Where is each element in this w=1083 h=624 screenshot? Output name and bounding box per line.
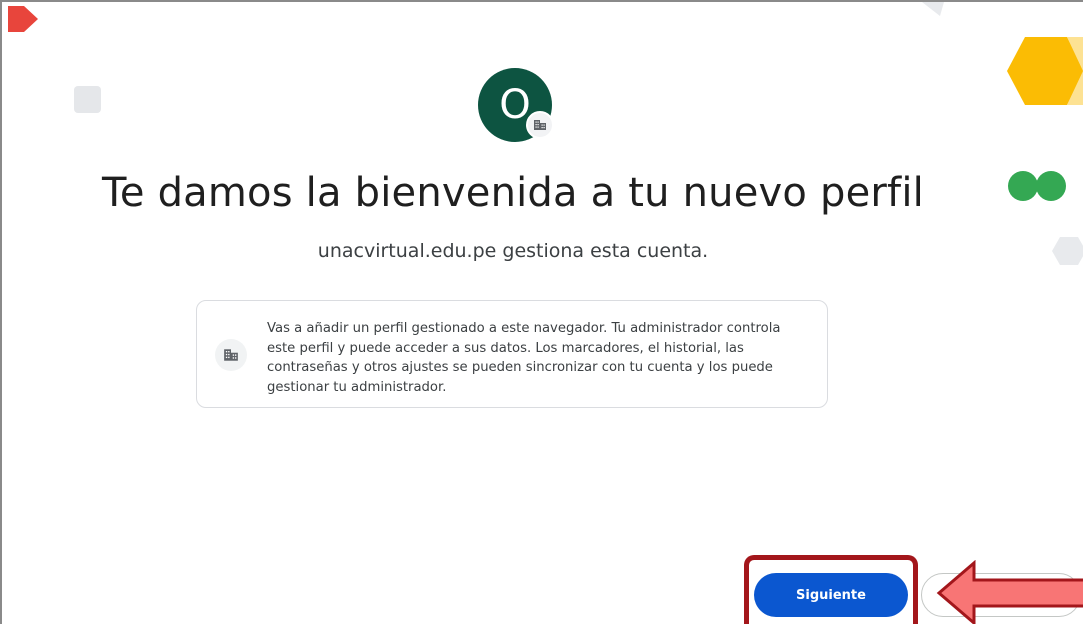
info-card-text: Vas a añadir un perfil gestionado a este… (267, 321, 781, 395)
managed-profile-info-card: Vas a añadir un perfil gestionado a este… (196, 300, 828, 408)
managed-badge (526, 111, 554, 139)
browser-window: O Te damos la bienvenida a tu nuevo perf… (0, 0, 1083, 624)
yellow-hexagon-decoration (1007, 37, 1083, 105)
highlight-annotation-box (744, 555, 918, 624)
building-icon (534, 120, 546, 130)
managed-by-text: unacvirtual.edu.pe gestiona esta cuenta. (317, 240, 709, 262)
arrow-annotation-icon (936, 560, 1083, 624)
info-icon-container (215, 339, 247, 371)
grey-square-decoration (74, 86, 101, 113)
page-title: Te damos la bienvenida a tu nuevo perfil (102, 170, 924, 216)
building-icon (224, 349, 238, 361)
grey-hexagon-decoration (1052, 237, 1083, 265)
grey-shape-decoration (922, 2, 944, 16)
red-shape-decoration (8, 6, 38, 32)
